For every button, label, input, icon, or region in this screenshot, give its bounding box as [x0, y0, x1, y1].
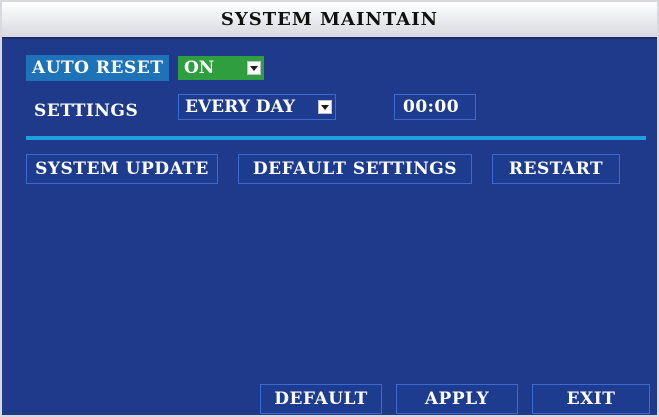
exit-button[interactable]: EXIT	[532, 384, 650, 414]
system-update-button[interactable]: SYSTEM UPDATE	[26, 154, 218, 184]
settings-time-field[interactable]: 00:00	[394, 94, 476, 120]
default-button[interactable]: DEFAULT	[260, 384, 382, 414]
divider	[26, 136, 646, 140]
chevron-down-icon[interactable]	[318, 100, 332, 114]
restart-button[interactable]: RESTART	[492, 154, 620, 184]
settings-frequency-value: EVERY DAY	[185, 97, 295, 117]
title-bar: SYSTEM MAINTAIN	[2, 2, 657, 39]
auto-reset-dropdown[interactable]: ON	[178, 56, 264, 80]
settings-label: SETTINGS	[34, 101, 139, 121]
auto-reset-label: AUTO RESET	[26, 55, 170, 81]
auto-reset-value: ON	[184, 58, 215, 78]
window-title: SYSTEM MAINTAIN	[220, 9, 439, 30]
default-settings-button[interactable]: DEFAULT SETTINGS	[238, 154, 472, 184]
chevron-down-icon[interactable]	[247, 61, 261, 75]
apply-button[interactable]: APPLY	[396, 384, 518, 414]
system-maintain-window: SYSTEM MAINTAIN AUTO RESET ON SETTINGS E…	[0, 0, 659, 417]
settings-frequency-dropdown[interactable]: EVERY DAY	[178, 94, 336, 120]
